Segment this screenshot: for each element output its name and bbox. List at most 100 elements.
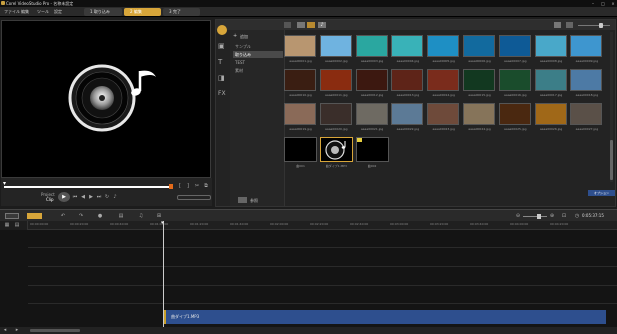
library-thumbnail[interactable] <box>284 103 316 125</box>
track-manager-icon[interactable]: ▦ <box>4 222 10 228</box>
library-thumbnail[interactable] <box>319 137 353 162</box>
timeline-scroll-thumb[interactable] <box>30 329 80 332</box>
library-thumbnail[interactable] <box>534 103 567 125</box>
tab-capture[interactable]: 1 取り込み <box>84 8 122 16</box>
library-thumbnail[interactable] <box>391 69 424 91</box>
storyboard-view-icon[interactable] <box>5 213 19 219</box>
add-marker-icon[interactable]: ▤ <box>14 222 20 228</box>
sound-mixer-icon[interactable]: ▤ <box>118 213 124 219</box>
library-thumbnail[interactable] <box>355 103 388 125</box>
repeat-icon[interactable]: ↻ <box>104 194 110 200</box>
close-icon[interactable]: × <box>610 1 616 6</box>
show-audio-icon[interactable]: ♪ <box>318 22 326 28</box>
previous-icon[interactable]: ◀ <box>80 194 86 200</box>
library-thumbnail[interactable] <box>570 69 603 91</box>
mark-in-icon[interactable]: [ <box>177 183 183 189</box>
play-button[interactable]: ▶ <box>58 192 70 202</box>
library-thumbnail[interactable] <box>570 103 603 125</box>
duration-clock-icon[interactable]: ◷ <box>574 213 580 219</box>
library-thumbnail[interactable] <box>284 69 316 91</box>
library-thumbnail[interactable] <box>319 69 352 91</box>
library-thumbnail[interactable] <box>355 35 388 57</box>
add-category-icon[interactable]: + <box>233 33 237 39</box>
menu-file[interactable]: ファイル <box>4 9 20 15</box>
show-videos-icon[interactable] <box>297 22 305 28</box>
library-thumbnail[interactable] <box>534 69 567 91</box>
volume-icon[interactable]: ♪ <box>112 194 118 200</box>
clip-mode-label[interactable]: Clip <box>46 197 54 202</box>
next-icon[interactable]: ▶ <box>88 194 94 200</box>
library-thumbnail[interactable] <box>463 103 495 125</box>
library-thumbnail[interactable] <box>355 137 389 162</box>
split-icon[interactable]: ✂ <box>194 183 200 189</box>
library-thumbnail[interactable] <box>319 103 352 125</box>
library-thumbnail[interactable] <box>319 35 352 57</box>
zoom-in-icon[interactable]: ⊕ <box>549 213 555 219</box>
record-capture-icon[interactable]: ● <box>97 213 103 219</box>
library-thumbnail[interactable] <box>284 137 317 162</box>
category-test[interactable]: TEST <box>233 59 283 66</box>
scrubber-end-handle[interactable] <box>169 184 173 189</box>
motion-track-icon[interactable]: ⊞ <box>156 213 162 219</box>
scrubber-bar[interactable] <box>4 186 172 188</box>
menu-tools[interactable]: ツール <box>37 9 49 15</box>
library-thumbnail[interactable] <box>498 35 531 57</box>
zoom-slider[interactable] <box>523 216 547 217</box>
scroll-left-icon[interactable]: ◂ <box>2 327 8 333</box>
zoom-out-icon[interactable]: ⊖ <box>515 213 521 219</box>
show-photos-icon[interactable] <box>307 22 315 28</box>
library-thumbnail[interactable] <box>391 35 424 57</box>
end-icon[interactable]: ⏭ <box>96 194 102 200</box>
mark-out-icon[interactable]: ] <box>185 183 191 189</box>
auto-music-icon[interactable]: ♫ <box>138 213 144 219</box>
timeline-ruler[interactable]: 00:00:00:00 00:00:20:00 00:00:40:00 00:01:0… <box>28 221 617 230</box>
library-thumbnail[interactable] <box>284 35 316 57</box>
undo-icon[interactable]: ↶ <box>60 213 66 219</box>
graphic-icon[interactable]: ◨ <box>218 74 225 82</box>
tab-share[interactable]: 3 完了 <box>163 8 200 16</box>
title-icon[interactable]: T <box>218 58 222 66</box>
home-icon[interactable]: ⏮ <box>72 194 78 200</box>
scroll-right-icon[interactable]: ▸ <box>14 327 20 333</box>
minimize-icon[interactable]: – <box>590 1 596 6</box>
menu-edit[interactable]: 編集 <box>21 9 29 15</box>
library-thumbnail[interactable] <box>391 103 424 125</box>
transition-icon[interactable]: ▣ <box>218 42 225 50</box>
timecode-display[interactable] <box>177 195 211 200</box>
library-thumbnail[interactable] <box>570 35 603 57</box>
library-thumbnail[interactable] <box>427 69 460 91</box>
timeline-view-icon[interactable] <box>27 213 42 219</box>
browse-label[interactable]: 参照 <box>250 198 258 204</box>
sort-icon[interactable] <box>566 22 573 28</box>
library-thumbnail[interactable] <box>498 103 531 125</box>
enlarge-icon[interactable]: ⧉ <box>203 183 209 189</box>
category-sample[interactable]: サンプル <box>233 43 283 50</box>
maximize-icon[interactable]: □ <box>600 1 606 6</box>
menu-settings[interactable]: 設定 <box>54 9 62 15</box>
category-material[interactable]: 素材 <box>233 67 283 74</box>
folder-icon[interactable] <box>284 22 291 28</box>
filter-icon[interactable]: FX <box>218 90 226 97</box>
library-thumbnail[interactable] <box>355 69 388 91</box>
tab-edit[interactable]: 2 編集 <box>124 8 161 16</box>
library-thumbnail[interactable] <box>534 35 567 57</box>
thumbnail-size-slider[interactable] <box>578 25 610 26</box>
thumbnail-size-handle[interactable] <box>599 23 603 28</box>
list-view-icon[interactable] <box>554 22 561 28</box>
library-thumbnail[interactable] <box>427 103 460 125</box>
library-thumbnail[interactable] <box>463 69 495 91</box>
music-clip[interactable]: 曲ダイブ1.MP3 <box>164 310 606 324</box>
library-scrollbar[interactable] <box>610 32 613 182</box>
options-button[interactable]: オプション <box>588 190 615 196</box>
add-category-label[interactable]: 追加 <box>240 34 248 40</box>
playhead-icon[interactable]: ▾ <box>161 220 164 226</box>
library-thumbnail[interactable] <box>427 35 460 57</box>
redo-icon[interactable]: ↷ <box>78 213 84 219</box>
library-scroll-thumb[interactable] <box>610 140 613 180</box>
category-capture[interactable]: 取り込み <box>233 51 283 58</box>
browse-icon[interactable] <box>238 197 247 203</box>
library-thumbnail[interactable] <box>463 35 495 57</box>
zoom-handle[interactable] <box>537 214 541 219</box>
fit-project-icon[interactable]: ⊡ <box>561 213 567 219</box>
library-thumbnail[interactable] <box>498 69 531 91</box>
